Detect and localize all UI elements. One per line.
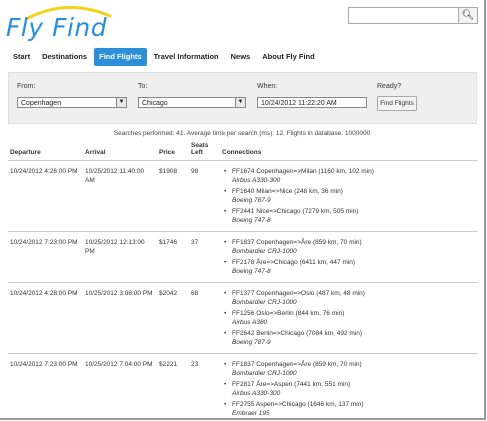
from-label: From: [17, 83, 36, 90]
col-price: Price [157, 140, 189, 161]
from-select[interactable]: Copenhagen ▼ [17, 97, 127, 108]
col-seats-left: Seats Left [189, 140, 220, 161]
connections-list: FF1837 Copenhagen=>Åre (859 km, 70 min) … [222, 238, 476, 276]
table-row: 10/24/2012 4:28:00 PM 10/25/2012 3:08:00… [8, 282, 478, 354]
search-button[interactable]: 🔍︎ [458, 8, 477, 23]
price-cell: $1908 [157, 160, 189, 232]
nav-item-start[interactable]: Start [8, 48, 35, 66]
flight-segment: FF1256 Oslo=>Berlin (844 km, 76 min) [232, 310, 345, 317]
connections-list: FF1674 Copenhagen=>Milan (1160 km, 102 m… [222, 167, 476, 225]
fly-find-logo[interactable]: Fly Find [6, 4, 116, 44]
col-arrival: Arrival [83, 140, 157, 161]
from-value: Copenhagen [21, 100, 62, 107]
aircraft-type: Boeing 747-8 [232, 217, 271, 224]
find-flights-button[interactable]: Find Flights [377, 96, 417, 111]
when-label: When: [257, 83, 278, 90]
col-departure: Departure [8, 140, 83, 161]
connection-item: FF1640 Milan=>Nice (248 km, 36 min) Boei… [224, 187, 476, 205]
flight-segment: FF2178 Åre=>Chicago (6411 km, 447 min) [232, 259, 356, 266]
seats-cell: 23 [189, 353, 220, 418]
connection-item: FF2817 Åre=>Aspen (7441 km, 551 min) Air… [224, 380, 476, 398]
departure-cell: 10/24/2012 4:28:00 PM [8, 282, 83, 354]
connections-list: FF1837 Copenhagen=>Åre (859 km, 70 min) … [222, 360, 476, 418]
connections-cell: FF1837 Copenhagen=>Åre (859 km, 70 min) … [220, 353, 478, 418]
table-row: 10/24/2012 4:26:00 PM 10/25/2012 11:40:0… [8, 160, 478, 232]
table-header-row: Departure Arrival Price Seats Left Conne… [8, 140, 478, 161]
connection-item: FF1377 Copenhagen=>Oslo (487 km, 48 min)… [224, 289, 476, 307]
ready-label: Ready? [377, 83, 402, 90]
main-nav: Start Destinations Find Flights Travel I… [8, 48, 320, 66]
table-row: 10/24/2012 7:23:00 PM 10/25/2012 12:13:0… [8, 231, 478, 283]
aircraft-type: Airbus A330-300 [232, 177, 281, 184]
flight-segment: FF1837 Copenhagen=>Åre (859 km, 70 min) [232, 239, 362, 246]
flight-segment: FF2441 Nice=>Chicago (7279 km, 505 min) [232, 208, 359, 215]
connection-item: FF2178 Åre=>Chicago (6411 km, 447 min) B… [224, 258, 476, 276]
flight-segment: FF1837 Copenhagen=>Åre (859 km, 70 min) [232, 361, 362, 368]
connections-list: FF1377 Copenhagen=>Oslo (487 km, 48 min)… [222, 289, 476, 347]
aircraft-type: Embraer 195 [232, 410, 270, 417]
aircraft-type: Airbus A380 [232, 319, 268, 326]
aircraft-type: Boeing 787-9 [232, 339, 271, 346]
arrival-cell: 10/25/2012 3:08:00 PM [83, 282, 157, 354]
arrival-cell: 10/25/2012 7:04:00 PM [83, 353, 157, 418]
chevron-down-icon: ▼ [235, 98, 245, 107]
aircraft-type: Boeing 747-8 [232, 268, 271, 275]
price-cell: $1746 [157, 231, 189, 283]
chevron-down-icon: ▼ [116, 98, 126, 107]
aircraft-type: Bombardier CRJ-1000 [232, 299, 297, 306]
connection-item: FF1837 Copenhagen=>Åre (859 km, 70 min) … [224, 238, 476, 256]
flight-segment: FF2642 Berlin=>Chicago (7084 km, 492 min… [232, 330, 363, 337]
connections-cell: FF1674 Copenhagen=>Milan (1160 km, 102 m… [220, 160, 478, 232]
departure-cell: 10/24/2012 7:23:00 PM [8, 353, 83, 418]
connection-item: FF2441 Nice=>Chicago (7279 km, 505 min) … [224, 207, 476, 225]
connection-item: FF2755 Aspen=>Chicago (1646 km, 137 min)… [224, 400, 476, 418]
arrival-cell: 10/25/2012 11:40:00 AM [83, 160, 157, 232]
nav-item-news[interactable]: News [226, 48, 256, 66]
connection-item: FF1674 Copenhagen=>Milan (1160 km, 102 m… [224, 167, 476, 185]
flight-segment: FF1377 Copenhagen=>Oslo (487 km, 48 min) [232, 290, 365, 297]
price-cell: $2042 [157, 282, 189, 354]
table-row: 10/24/2012 7:23:00 PM 10/25/2012 7:04:00… [8, 353, 478, 418]
nav-item-travel-information[interactable]: Travel Information [149, 48, 224, 66]
aircraft-type: Bombardier CRJ-1000 [232, 370, 297, 377]
flight-segment: FF1674 Copenhagen=>Milan (1160 km, 102 m… [232, 168, 374, 175]
seats-cell: 98 [189, 160, 220, 232]
flight-segment: FF2755 Aspen=>Chicago (1646 km, 137 min) [232, 401, 364, 408]
results-table: Departure Arrival Price Seats Left Conne… [8, 140, 478, 418]
aircraft-type: Airbus A330-300 [232, 390, 281, 397]
flight-segment: FF2817 Åre=>Aspen (7441 km, 551 min) [232, 381, 351, 388]
flight-search-form: From: Copenhagen ▼ To: Chicago ▼ When: 1… [8, 72, 477, 124]
connection-item: FF1256 Oslo=>Berlin (844 km, 76 min) Air… [224, 309, 476, 327]
nav-item-destinations[interactable]: Destinations [37, 48, 92, 66]
app-window: Fly Find 🔍︎ Start Destinations Find Flig… [0, 0, 486, 420]
nav-item-about[interactable]: About Fly Find [257, 48, 320, 66]
connection-item: FF2642 Berlin=>Chicago (7084 km, 492 min… [224, 329, 476, 347]
col-connections: Connections [220, 140, 478, 161]
to-label: To: [138, 83, 148, 90]
when-input[interactable]: 10/24/2012 11:22:20 AM [257, 97, 367, 108]
to-value: Chicago [142, 100, 168, 107]
search-icon: 🔍︎ [461, 10, 475, 21]
aircraft-type: Bombardier CRJ-1000 [232, 248, 297, 255]
connections-cell: FF1377 Copenhagen=>Oslo (487 km, 48 min)… [220, 282, 478, 354]
aircraft-type: Boeing 787-9 [232, 197, 271, 204]
seats-cell: 68 [189, 282, 220, 354]
price-cell: $2221 [157, 353, 189, 418]
departure-cell: 10/24/2012 4:26:00 PM [8, 160, 83, 232]
flight-segment: FF1640 Milan=>Nice (248 km, 36 min) [232, 188, 343, 195]
nav-item-find-flights[interactable]: Find Flights [94, 48, 147, 66]
seats-cell: 37 [189, 231, 220, 283]
connection-item: FF1837 Copenhagen=>Åre (859 km, 70 min) … [224, 360, 476, 378]
departure-cell: 10/24/2012 7:23:00 PM [8, 231, 83, 283]
search-stats: Searches performed: 41. Average time per… [113, 130, 371, 137]
arrival-cell: 10/25/2012 12:13:00 PM [83, 231, 157, 283]
brand-name: Fly Find [6, 13, 108, 42]
connections-cell: FF1837 Copenhagen=>Åre (859 km, 70 min) … [220, 231, 478, 283]
to-select[interactable]: Chicago ▼ [138, 97, 246, 108]
site-search: 🔍︎ [348, 7, 478, 24]
search-input[interactable] [349, 8, 463, 23]
